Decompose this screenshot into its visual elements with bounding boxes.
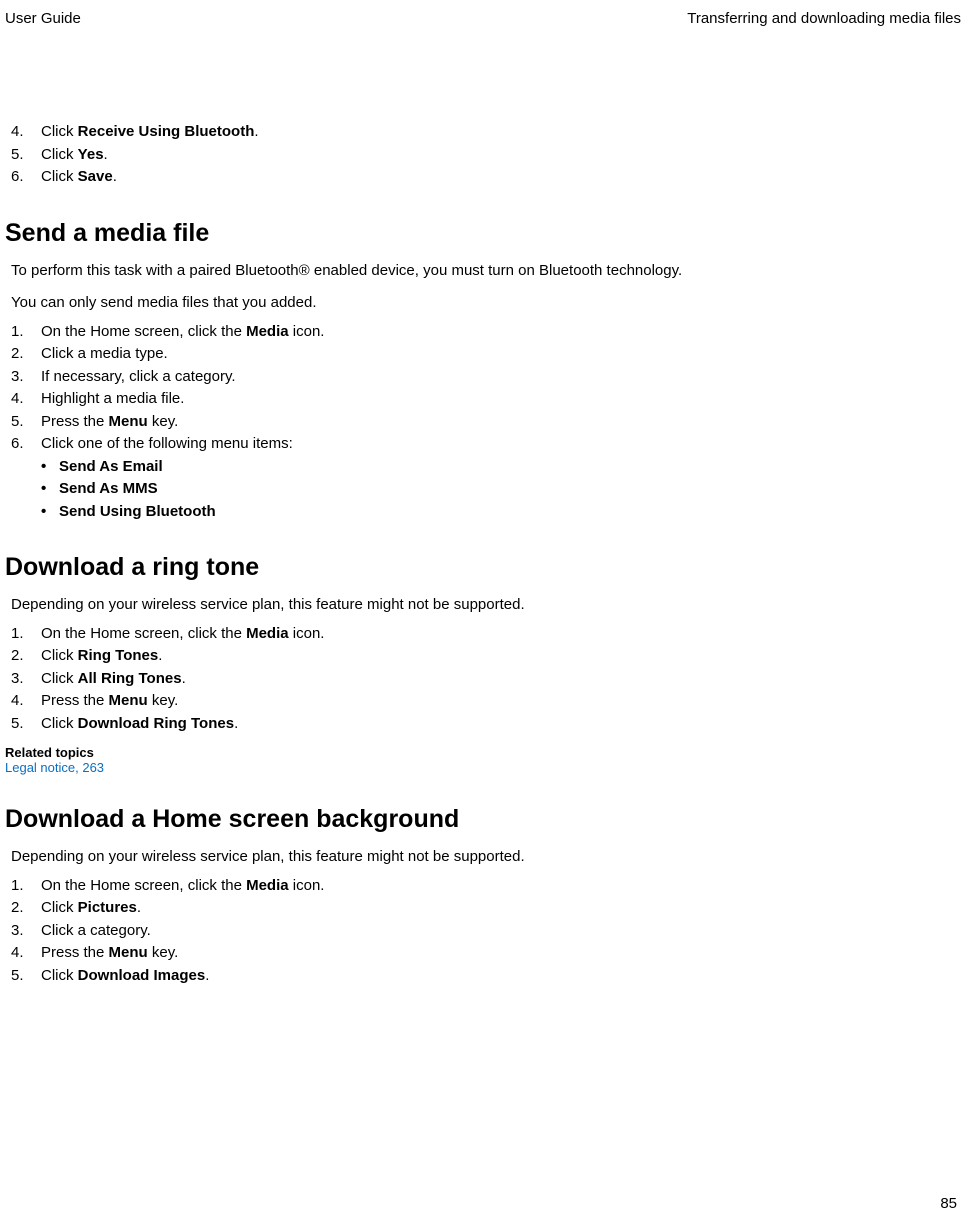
bullet-marker: •: [41, 456, 59, 479]
header-left: User Guide: [5, 10, 81, 27]
list-item-text: Click All Ring Tones.: [41, 668, 961, 691]
page-content: 4.Click Receive Using Bluetooth.5.Click …: [5, 121, 961, 987]
list-item-number: 5.: [5, 411, 41, 434]
list-item: 4.Press the Menu key.: [5, 690, 961, 713]
list-item-text: Press the Menu key.: [41, 690, 961, 713]
list-item: 5.Click Yes.: [5, 144, 961, 167]
list-item-text: Click one of the following menu items:: [41, 433, 961, 456]
section-send-media-intro: To perform this task with a paired Bluet…: [5, 260, 961, 283]
list-item-text: On the Home screen, click the Media icon…: [41, 623, 961, 646]
list-item: 4.Press the Menu key.: [5, 942, 961, 965]
section-ring-tone-lead: Depending on your wireless service plan,…: [5, 594, 961, 617]
list-item-text: Click Download Images.: [41, 965, 961, 988]
list-item-number: 4.: [5, 690, 41, 713]
list-item-number: 2.: [5, 343, 41, 366]
list-item-text: Click a media type.: [41, 343, 961, 366]
list-item: 5.Press the Menu key.: [5, 411, 961, 434]
section-ring-tone-title: Download a ring tone: [5, 553, 961, 582]
section-background-list: 1.On the Home screen, click the Media ic…: [5, 875, 961, 988]
top-list: 4.Click Receive Using Bluetooth.5.Click …: [5, 121, 961, 189]
bullet-text: Send Using Bluetooth: [59, 501, 961, 524]
related-topics-link[interactable]: Legal notice, 263: [5, 760, 961, 775]
bullet-item: •Send Using Bluetooth: [5, 501, 961, 524]
list-item: 4.Click Receive Using Bluetooth.: [5, 121, 961, 144]
list-item: 4.Highlight a media file.: [5, 388, 961, 411]
list-item-number: 3.: [5, 366, 41, 389]
list-item-text: Click a category.: [41, 920, 961, 943]
list-item-number: 4.: [5, 388, 41, 411]
list-item-number: 2.: [5, 897, 41, 920]
list-item-text: Click Pictures.: [41, 897, 961, 920]
list-item: 2.Click Ring Tones.: [5, 645, 961, 668]
bullet-text: Send As MMS: [59, 478, 961, 501]
list-item: 1.On the Home screen, click the Media ic…: [5, 321, 961, 344]
section-send-media-lead: You can only send media files that you a…: [5, 292, 961, 315]
list-item: 3.If necessary, click a category.: [5, 366, 961, 389]
list-item-text: Click Yes.: [41, 144, 961, 167]
list-item-text: Click Save.: [41, 166, 961, 189]
list-item: 2.Click Pictures.: [5, 897, 961, 920]
list-item: 5.Click Download Images.: [5, 965, 961, 988]
section-background-title: Download a Home screen background: [5, 805, 961, 834]
list-item-number: 6.: [5, 433, 41, 456]
page-header: User Guide Transferring and downloading …: [5, 10, 961, 27]
section-background-lead: Depending on your wireless service plan,…: [5, 846, 961, 869]
header-right: Transferring and downloading media files: [687, 10, 961, 27]
list-item-number: 6.: [5, 166, 41, 189]
list-item-number: 2.: [5, 645, 41, 668]
list-item: 6.Click one of the following menu items:: [5, 433, 961, 456]
section-ring-tone-list: 1.On the Home screen, click the Media ic…: [5, 623, 961, 736]
bullet-marker: •: [41, 501, 59, 524]
section-send-media-bullets: •Send As Email•Send As MMS•Send Using Bl…: [5, 456, 961, 524]
list-item: 2.Click a media type.: [5, 343, 961, 366]
list-item: 3.Click a category.: [5, 920, 961, 943]
list-item-text: Press the Menu key.: [41, 942, 961, 965]
list-item-text: If necessary, click a category.: [41, 366, 961, 389]
list-item-number: 5.: [5, 965, 41, 988]
list-item-number: 3.: [5, 668, 41, 691]
list-item-text: On the Home screen, click the Media icon…: [41, 321, 961, 344]
list-item-number: 5.: [5, 144, 41, 167]
list-item-text: Highlight a media file.: [41, 388, 961, 411]
list-item-number: 4.: [5, 942, 41, 965]
list-item: 1.On the Home screen, click the Media ic…: [5, 875, 961, 898]
list-item-number: 4.: [5, 121, 41, 144]
list-item-number: 1.: [5, 321, 41, 344]
bullet-marker: •: [41, 478, 59, 501]
list-item-text: Press the Menu key.: [41, 411, 961, 434]
list-item-number: 3.: [5, 920, 41, 943]
section-send-media-list: 1.On the Home screen, click the Media ic…: [5, 321, 961, 456]
list-item-text: Click Receive Using Bluetooth.: [41, 121, 961, 144]
page-number: 85: [940, 1195, 957, 1212]
list-item-number: 1.: [5, 623, 41, 646]
list-item: 3.Click All Ring Tones.: [5, 668, 961, 691]
section-send-media-title: Send a media file: [5, 219, 961, 248]
list-item-number: 1.: [5, 875, 41, 898]
list-item: 5.Click Download Ring Tones.: [5, 713, 961, 736]
bullet-text: Send As Email: [59, 456, 961, 479]
list-item-text: Click Download Ring Tones.: [41, 713, 961, 736]
list-item-text: On the Home screen, click the Media icon…: [41, 875, 961, 898]
bullet-item: •Send As Email: [5, 456, 961, 479]
related-topics-heading: Related topics: [5, 745, 961, 760]
bullet-item: •Send As MMS: [5, 478, 961, 501]
list-item: 1.On the Home screen, click the Media ic…: [5, 623, 961, 646]
list-item-number: 5.: [5, 713, 41, 736]
list-item: 6.Click Save.: [5, 166, 961, 189]
list-item-text: Click Ring Tones.: [41, 645, 961, 668]
